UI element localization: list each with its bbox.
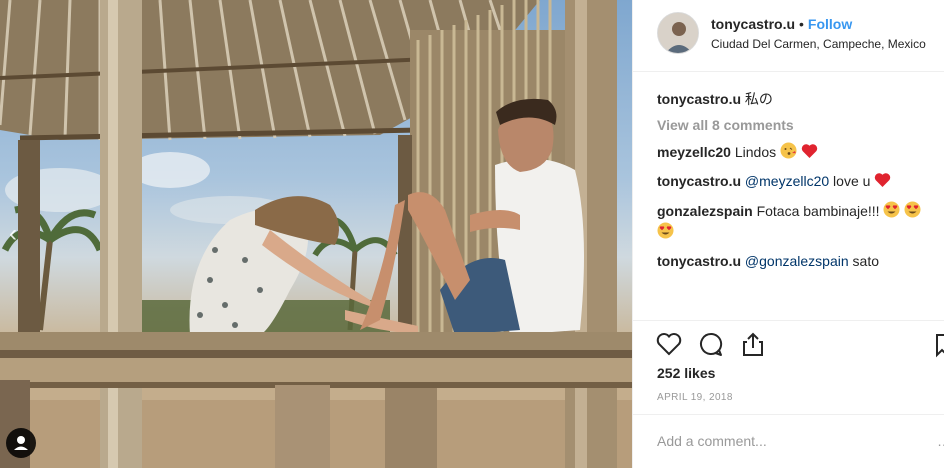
comment-text: Fotaca bambinaje!!!	[756, 203, 880, 219]
bookmark-icon[interactable]	[935, 330, 944, 358]
comment-item: tonycastro.u @meyzellc20 love u	[657, 172, 944, 192]
post-date: APRIL 19, 2018	[657, 392, 733, 403]
comment-item: tonycastro.u @gonzalezspain sato	[657, 252, 944, 270]
avatar[interactable]	[657, 12, 699, 54]
caption-username[interactable]: tonycastro.u	[657, 91, 741, 107]
likes-count[interactable]: 252 likes	[657, 365, 715, 381]
comment-username[interactable]: gonzalezspain	[657, 203, 753, 219]
heart-eyes-icon	[883, 201, 900, 222]
mention-link[interactable]: @meyzellc20	[745, 173, 829, 189]
caption: tonycastro.u 私の	[657, 90, 944, 108]
beach-hut-photo	[0, 0, 632, 468]
chevron-left-icon[interactable]: ‹	[4, 220, 22, 248]
red-heart-icon	[874, 172, 891, 192]
post-header: tonycastro.u • Follow Ciudad Del Carmen, C…	[633, 0, 944, 72]
post-side-panel: tonycastro.u • Follow Ciudad Del Carmen, C…	[632, 0, 944, 468]
separator-dot: •	[799, 16, 804, 32]
comment-input[interactable]	[657, 430, 927, 452]
header-line: tonycastro.u • Follow	[711, 16, 852, 32]
share-icon[interactable]	[739, 330, 767, 358]
tag-people-icon[interactable]	[6, 428, 36, 458]
add-comment-section: …	[633, 414, 944, 468]
more-options-icon[interactable]: …	[937, 433, 944, 449]
header-username[interactable]: tonycastro.u	[711, 16, 795, 32]
location-link[interactable]: Ciudad Del Carmen, Campeche, Mexico	[711, 37, 926, 51]
heart-eyes-icon	[904, 201, 921, 222]
comment-item: meyzellc20 Lindos	[657, 142, 944, 163]
comment-text: love u	[833, 173, 871, 189]
comments-list: tonycastro.u 私の View all 8 comments meyz…	[657, 90, 944, 279]
comment-text: Lindos	[734, 144, 777, 160]
caption-text: 私の	[744, 91, 773, 107]
comment-username[interactable]: tonycastro.u	[657, 173, 741, 189]
follow-button[interactable]: Follow	[808, 16, 852, 32]
mention-link[interactable]: @gonzalezspain	[745, 253, 849, 269]
view-all-comments-link[interactable]: View all 8 comments	[657, 117, 944, 133]
heart-icon[interactable]	[655, 330, 683, 358]
comment-text: sato	[852, 253, 879, 269]
comment-username[interactable]: meyzellc20	[657, 144, 731, 160]
comment-username[interactable]: tonycastro.u	[657, 253, 741, 269]
comment-item: gonzalezspain Fotaca bambinaje!!!	[657, 201, 931, 243]
comment-icon[interactable]	[697, 330, 725, 358]
red-heart-icon	[801, 143, 818, 163]
heart-eyes-icon	[657, 222, 674, 243]
post-photo[interactable]: ‹	[0, 0, 632, 468]
action-bar	[633, 320, 944, 356]
kiss-face-icon	[780, 142, 797, 163]
